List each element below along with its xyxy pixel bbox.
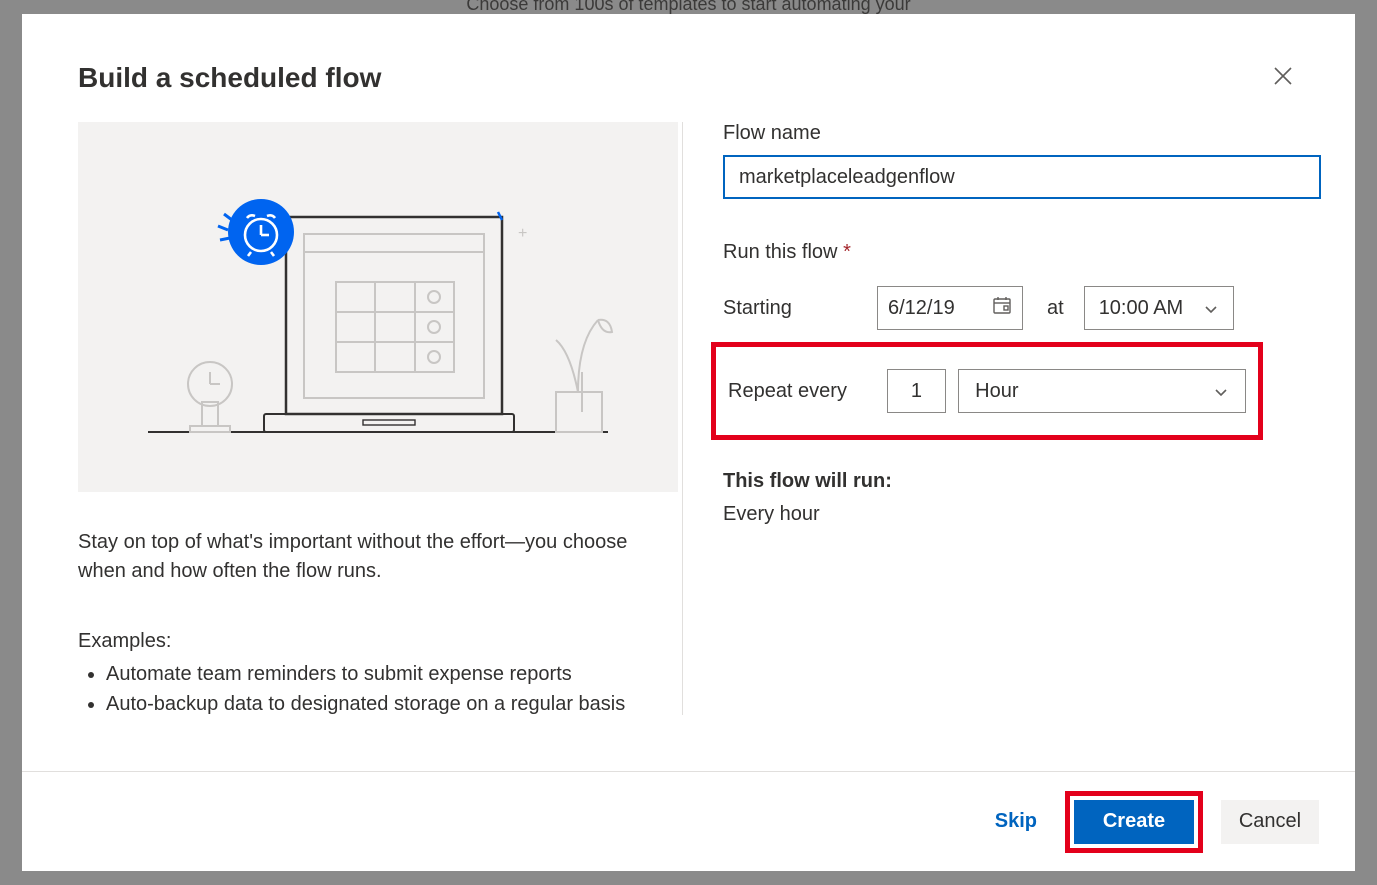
chevron-down-icon xyxy=(1213,383,1229,399)
run-summary-heading: This flow will run: xyxy=(723,470,1321,493)
example-item: Auto-backup data to designated storage o… xyxy=(106,689,642,719)
examples-list: Automate team reminders to submit expens… xyxy=(78,659,642,719)
calendar-icon xyxy=(992,295,1012,321)
close-button[interactable] xyxy=(1267,62,1299,94)
required-star: * xyxy=(843,241,851,263)
illustration: + xyxy=(78,122,678,492)
repeat-highlight-box: Repeat every 1 Hour xyxy=(711,342,1263,440)
start-date-value: 6/12/19 xyxy=(888,297,955,320)
create-button[interactable]: Create xyxy=(1074,800,1194,844)
start-time-input[interactable]: 10:00 AM xyxy=(1084,286,1234,330)
repeat-unit-select[interactable]: Hour xyxy=(958,369,1246,413)
start-date-input[interactable]: 6/12/19 xyxy=(877,286,1023,330)
run-flow-label: Run this flow * xyxy=(723,241,1321,264)
vertical-divider xyxy=(682,122,683,715)
flow-name-label: Flow name xyxy=(723,122,1321,145)
run-summary-text: Every hour xyxy=(723,503,1321,526)
starting-label: Starting xyxy=(723,297,877,320)
example-item: Automate team reminders to submit expens… xyxy=(106,659,642,689)
cancel-button[interactable]: Cancel xyxy=(1221,800,1319,844)
skip-button[interactable]: Skip xyxy=(985,800,1047,844)
repeat-every-label: Repeat every xyxy=(722,380,887,403)
dialog-footer: Skip Create Cancel xyxy=(22,771,1355,871)
scheduled-flow-dialog: Build a scheduled flow xyxy=(22,14,1355,871)
at-label: at xyxy=(1047,297,1064,320)
chevron-down-icon xyxy=(1203,300,1219,316)
start-time-value: 10:00 AM xyxy=(1099,297,1184,320)
close-icon xyxy=(1274,67,1292,90)
repeat-count-input[interactable]: 1 xyxy=(887,369,947,413)
examples-heading: Examples: xyxy=(78,630,642,653)
svg-text:+: + xyxy=(518,225,527,242)
flow-name-input[interactable] xyxy=(723,155,1321,199)
dialog-title: Build a scheduled flow xyxy=(78,62,381,94)
create-highlight-box: Create xyxy=(1065,791,1203,853)
background-teaser: Choose from 100s of templates to start a… xyxy=(466,0,910,15)
repeat-unit-value: Hour xyxy=(975,380,1018,403)
description-text: Stay on top of what's important without … xyxy=(78,528,642,586)
